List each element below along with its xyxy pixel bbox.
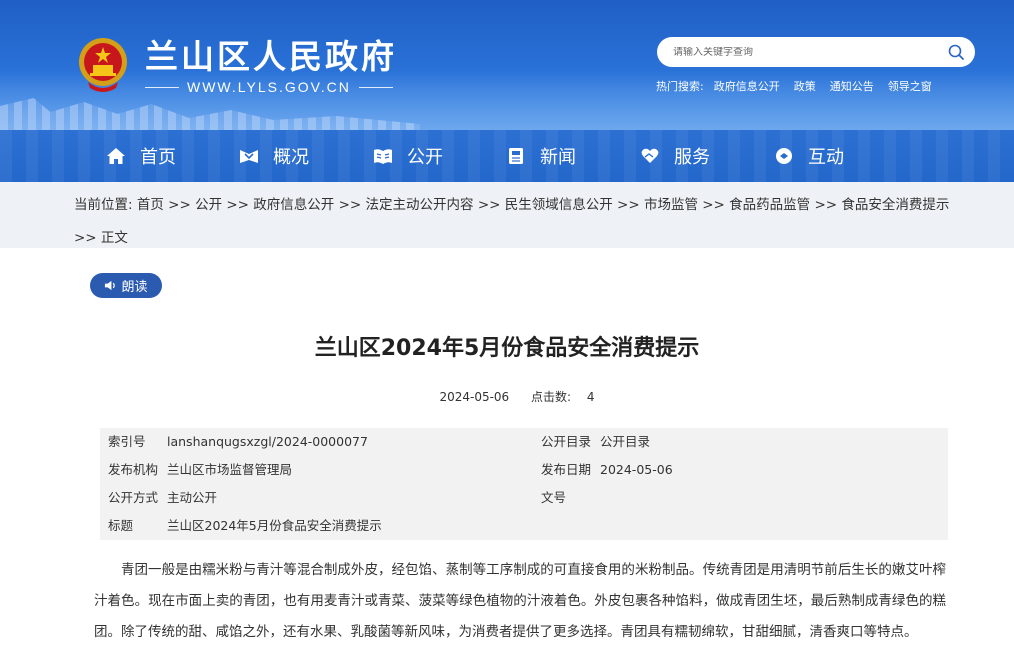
breadcrumb-home[interactable]: 首页 (137, 197, 164, 213)
breadcrumb-separator: >> (226, 197, 249, 213)
search-box (657, 37, 975, 67)
news-icon (509, 148, 523, 164)
info-index-value: lanshanqugsxzgl/2024-0000077 (167, 434, 368, 449)
nav-item-news[interactable]: 新闻 (506, 130, 576, 182)
breadcrumb-separator: >> (338, 197, 362, 213)
open-book-icon (374, 149, 392, 164)
breadcrumb-separator: >> (702, 197, 725, 213)
breadcrumb-market[interactable]: 市场监管 (644, 197, 698, 213)
info-catalog-value: 公开目录 (600, 434, 651, 449)
breadcrumb-separator: >> (168, 197, 191, 213)
nav-label-overview: 概况 (273, 147, 309, 168)
breadcrumb-separator: >> (814, 197, 838, 213)
article-paragraph: 青团一般是由糯米粉与青汁等混合制成外皮，经包馅、蒸制等工序制成的可直接食用的米粉… (94, 562, 946, 640)
article-meta: 2024-05-06 点击数: 4 (0, 388, 1014, 405)
nav-label-service: 服务 (674, 147, 710, 168)
site-title: 兰山区人民政府 (145, 37, 397, 76)
home-icon (107, 148, 125, 164)
nav-label-news: 新闻 (540, 147, 576, 168)
speaker-icon (105, 280, 116, 291)
article-date: 2024-05-06 (439, 390, 510, 404)
info-pubdate-label: 发布日期 (541, 462, 592, 477)
info-mode-label: 公开方式 (108, 490, 159, 505)
nav-item-overview[interactable]: 概况 (239, 130, 309, 182)
breadcrumb-food-safety[interactable]: 食品安全消费提示 (841, 197, 949, 213)
hits-value: 4 (586, 390, 595, 404)
url-left-line (145, 86, 179, 88)
info-org-label: 发布机构 (108, 462, 159, 477)
hits-counter: 点击数: 4 (525, 390, 601, 404)
article-title: 兰山区2024年5月份食品安全消费提示 (314, 336, 700, 361)
breadcrumb-open[interactable]: 公开 (195, 197, 222, 213)
chat-icon (776, 148, 792, 164)
info-org-value: 兰山区市场监督管理局 (167, 462, 293, 477)
breadcrumb-current: 正文 (100, 230, 128, 246)
hot-link-leaders[interactable]: 领导之窗 (888, 78, 932, 94)
main-nav: 首页 概况 公开 新闻 服务 互动 (0, 130, 1014, 182)
search-icon[interactable] (948, 44, 964, 60)
site-url-row: WWW.LYLS.GOV.CN (145, 78, 393, 96)
nav-item-home[interactable]: 首页 (106, 130, 176, 182)
hot-link-notice[interactable]: 通知公告 (830, 78, 874, 94)
nav-item-interact[interactable]: 互动 (774, 130, 844, 182)
hot-link-gov-info[interactable]: 政府信息公开 (714, 78, 780, 94)
info-subject-value: 兰山区2024年5月份食品安全消费提示 (167, 518, 382, 533)
info-mode-value: 主动公开 (167, 490, 218, 505)
info-pubdate-value: 2024-05-06 (600, 462, 673, 477)
search-input[interactable] (673, 46, 933, 58)
nav-item-open[interactable]: 公开 (373, 130, 443, 182)
breadcrumb-gov-info[interactable]: 政府信息公开 (253, 197, 334, 213)
info-index-label: 索引号 (108, 434, 146, 449)
nav-item-service[interactable]: 服务 (640, 130, 710, 182)
city-skyline-decoration (0, 98, 420, 130)
nav-label-interact: 互动 (808, 147, 844, 168)
hits-label: 点击数: (531, 390, 572, 404)
hot-link-policy[interactable]: 政策 (794, 78, 816, 94)
site-url: WWW.LYLS.GOV.CN (187, 79, 351, 95)
hot-search-links: 热门搜索: 政府信息公开 政策 通知公告 领导之窗 (656, 78, 946, 94)
breadcrumb-separator: >> (74, 230, 97, 246)
breadcrumb-food-drug[interactable]: 食品药品监管 (729, 197, 810, 213)
info-catalog-label: 公开目录 (541, 434, 592, 449)
overview-icon (240, 150, 258, 163)
read-aloud-label: 朗读 (121, 280, 148, 295)
nav-label-home: 首页 (140, 147, 176, 168)
breadcrumb-separator: >> (477, 197, 501, 213)
url-right-line (358, 86, 393, 88)
service-heart-icon (641, 148, 659, 163)
breadcrumb-statutory[interactable]: 法定主动公开内容 (366, 197, 474, 213)
read-aloud-button[interactable]: 朗读 (90, 273, 162, 298)
info-subject-label: 标题 (108, 518, 134, 533)
document-info-table: 索引号 lanshanqugsxzgl/2024-0000077 公开目录 公开… (100, 428, 948, 540)
breadcrumb: 当前位置: 首页 >> 公开 >> 政府信息公开 >> 法定主动公开内容 >> … (74, 189, 974, 255)
info-docno-label: 文号 (541, 490, 567, 505)
national-emblem-icon (79, 38, 127, 92)
breadcrumb-bar: 当前位置: 首页 >> 公开 >> 政府信息公开 >> 法定主动公开内容 >> … (0, 182, 1014, 248)
hot-search-label: 热门搜索: (656, 80, 704, 93)
nav-label-open: 公开 (407, 147, 443, 168)
breadcrumb-prefix: 当前位置: (74, 197, 133, 213)
breadcrumb-livelihood[interactable]: 民生领域信息公开 (505, 197, 613, 213)
breadcrumb-separator: >> (617, 197, 640, 213)
site-header: 兰山区人民政府 WWW.LYLS.GOV.CN 热门搜索: 政府信息公开 政策 … (0, 0, 1014, 130)
